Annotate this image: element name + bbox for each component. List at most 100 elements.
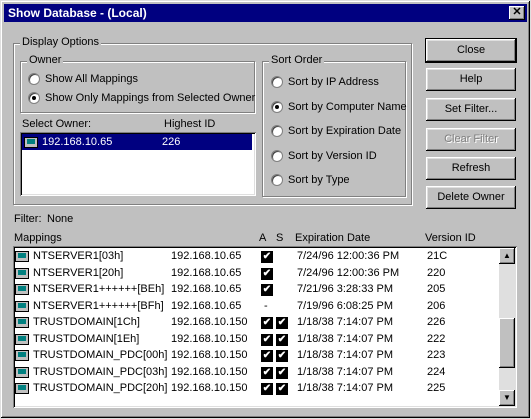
mapping-expiration: 1/18/38 7:14:07 PM xyxy=(297,365,394,378)
static-checkmark-icon: ✔ xyxy=(276,350,288,362)
static-checkmark-icon: ✔ xyxy=(276,317,288,329)
computer-icon xyxy=(15,350,29,361)
radio-sort-type[interactable]: Sort by Type xyxy=(271,174,350,186)
mapping-row[interactable]: TRUSTDOMAIN_PDC[00h] 192.168.10.150 1/18/3… xyxy=(15,348,513,364)
mapping-expiration: 7/24/96 12:00:36 PM xyxy=(297,250,400,262)
mapping-name: NTSERVER1[20h] xyxy=(33,266,124,279)
mapping-row[interactable]: NTSERVER1++++++[BFh] 192.168.10.65 7/19/96… xyxy=(15,299,513,315)
active-checkmark-icon: ✔ xyxy=(261,383,273,395)
clear-filter-button[interactable]: Clear Filter xyxy=(426,128,516,151)
mapping-row[interactable]: NTSERVER1[03h] 192.168.10.65 7/24/96 12:00… xyxy=(15,249,513,265)
radio-sort-expiration[interactable]: Sort by Expiration Date xyxy=(271,125,401,137)
close-window-icon[interactable]: ✕ xyxy=(509,6,525,20)
scroll-up-icon[interactable]: ▲ xyxy=(499,248,515,264)
mapping-expiration: 7/21/96 3:28:33 PM xyxy=(297,283,394,295)
mapping-row[interactable]: NTSERVER1++++++[BEh] 192.168.10.65 7/21/96… xyxy=(15,282,513,298)
select-owner-label: Select Owner: xyxy=(22,118,92,130)
set-filter-button[interactable]: Set Filter... xyxy=(426,98,516,121)
mappings-list[interactable]: NTSERVER1[03h] 192.168.10.65 7/24/96 12:00… xyxy=(13,246,517,408)
mapping-ip: 192.168.10.150 xyxy=(171,332,248,345)
radio-sort-version[interactable]: Sort by Version ID xyxy=(271,150,377,162)
title-bar: Show Database - (Local) ✕ xyxy=(4,4,527,22)
owner-ip: 192.168.10.65 xyxy=(42,136,113,148)
radio-sort-ip[interactable]: Sort by IP Address xyxy=(271,76,379,88)
owner-group: Owner Show All Mappings Show Only Mappin… xyxy=(20,54,255,113)
radio-button[interactable] xyxy=(271,150,283,162)
mapping-row[interactable]: TRUSTDOMAIN[1Eh] 192.168.10.150 1/18/38 7:… xyxy=(15,332,513,348)
computer-icon xyxy=(15,366,29,378)
mapping-ip: 192.168.10.150 xyxy=(171,316,248,328)
mapping-name: NTSERVER1++++++[BFh] xyxy=(33,299,164,312)
mapping-ip: 192.168.10.150 xyxy=(171,365,248,378)
computer-icon xyxy=(15,383,29,394)
radio-button[interactable] xyxy=(271,125,283,137)
scroll-down-icon[interactable]: ▼ xyxy=(499,390,515,406)
mapping-version: 206 xyxy=(427,299,446,312)
radio-show-all-label: Show All Mappings xyxy=(45,73,138,85)
close-button[interactable]: Close xyxy=(425,38,517,63)
help-button[interactable]: Help xyxy=(426,68,516,91)
mapping-name: TRUSTDOMAIN[1Ch] xyxy=(33,316,140,328)
scroll-thumb[interactable] xyxy=(499,318,515,368)
radio-sort-version-label: Sort by Version ID xyxy=(288,150,377,162)
mapping-row[interactable]: TRUSTDOMAIN[1Ch] 192.168.10.150 1/18/38 7:… xyxy=(15,315,513,331)
active-checkmark-icon: ✔ xyxy=(261,317,273,329)
mapping-expiration: 1/18/38 7:14:07 PM xyxy=(297,316,394,328)
delete-owner-button[interactable]: Delete Owner xyxy=(426,186,516,209)
computer-icon xyxy=(15,267,29,279)
computer-icon xyxy=(15,251,29,262)
owner-list-row-selected[interactable]: 192.168.10.65 226 xyxy=(22,134,252,150)
mapping-expiration: 1/18/38 7:14:07 PM xyxy=(297,382,394,394)
mapping-ip: 192.168.10.150 xyxy=(171,349,248,361)
static-checkmark-icon: ✔ xyxy=(276,333,288,346)
domain-icon xyxy=(15,317,29,328)
radio-sort-computer-name-label: Sort by Computer Name xyxy=(288,101,407,113)
mapping-version: 205 xyxy=(427,283,446,295)
highest-id-label: Highest ID xyxy=(164,118,216,130)
radio-sort-expiration-label: Sort by Expiration Date xyxy=(288,125,402,137)
filter-value: None xyxy=(47,213,74,225)
mapping-expiration: 7/19/96 6:08:25 PM xyxy=(297,299,394,312)
mapping-name: NTSERVER1++++++[BEh] xyxy=(33,283,165,295)
mapping-version: 225 xyxy=(427,382,446,394)
active-checkmark-icon: ✔ xyxy=(261,366,273,379)
refresh-button[interactable]: Refresh xyxy=(426,157,516,180)
owner-highest-id: 226 xyxy=(162,136,181,148)
radio-sort-computer-name[interactable]: Sort by Computer Name xyxy=(271,101,407,113)
radio-button[interactable] xyxy=(28,73,40,85)
mapping-ip: 192.168.10.150 xyxy=(171,382,248,394)
static-checkmark-icon: ✔ xyxy=(276,383,288,395)
column-header-version: Version ID xyxy=(425,232,476,244)
active-checkmark-icon: ✔ xyxy=(261,251,273,263)
owner-group-label: Owner xyxy=(27,54,64,66)
mapping-ip: 192.168.10.65 xyxy=(171,299,242,312)
radio-show-selected-owner[interactable]: Show Only Mappings from Selected Owner xyxy=(28,92,255,104)
vertical-scrollbar[interactable]: ▲ ▼ xyxy=(499,248,515,406)
mapping-expiration: 7/24/96 12:00:36 PM xyxy=(297,266,400,279)
mapping-version: 223 xyxy=(427,349,446,361)
radio-button[interactable] xyxy=(271,76,283,88)
radio-show-selected-owner-label: Show Only Mappings from Selected Owner xyxy=(45,92,256,104)
mapping-row[interactable]: NTSERVER1[20h] 192.168.10.65 7/24/96 12:00… xyxy=(15,266,513,282)
mapping-ip: 192.168.10.65 xyxy=(171,283,242,295)
computer-icon xyxy=(15,300,29,312)
active-checkmark-icon: ✔ xyxy=(261,267,273,280)
sort-order-group: Sort Order Sort by IP Address Sort by Co… xyxy=(262,54,407,197)
owner-list[interactable]: 192.168.10.65 226 xyxy=(20,132,256,196)
column-header-a: A xyxy=(259,232,267,244)
radio-show-all[interactable]: Show All Mappings xyxy=(28,73,138,85)
mapping-version: 220 xyxy=(427,266,446,279)
radio-sort-type-label: Sort by Type xyxy=(288,174,350,186)
sort-order-label: Sort Order xyxy=(269,54,325,66)
mapping-name: TRUSTDOMAIN_PDC[20h] xyxy=(33,382,168,394)
mapping-row[interactable]: TRUSTDOMAIN_PDC[03h] 192.168.10.150 1/18/3… xyxy=(15,365,513,381)
static-checkmark-icon: ✔ xyxy=(276,366,288,379)
show-database-window: Show Database - (Local) ✕ Display Option… xyxy=(0,0,531,419)
active-dash: - xyxy=(264,299,268,312)
radio-button-checked[interactable] xyxy=(271,101,283,113)
filter-label: Filter: xyxy=(14,213,42,225)
mapping-row[interactable]: TRUSTDOMAIN_PDC[20h] 192.168.10.150 1/18/3… xyxy=(15,381,513,397)
mapping-expiration: 1/18/38 7:14:07 PM xyxy=(297,332,394,345)
radio-button[interactable] xyxy=(271,174,283,186)
radio-button-checked[interactable] xyxy=(28,92,40,104)
